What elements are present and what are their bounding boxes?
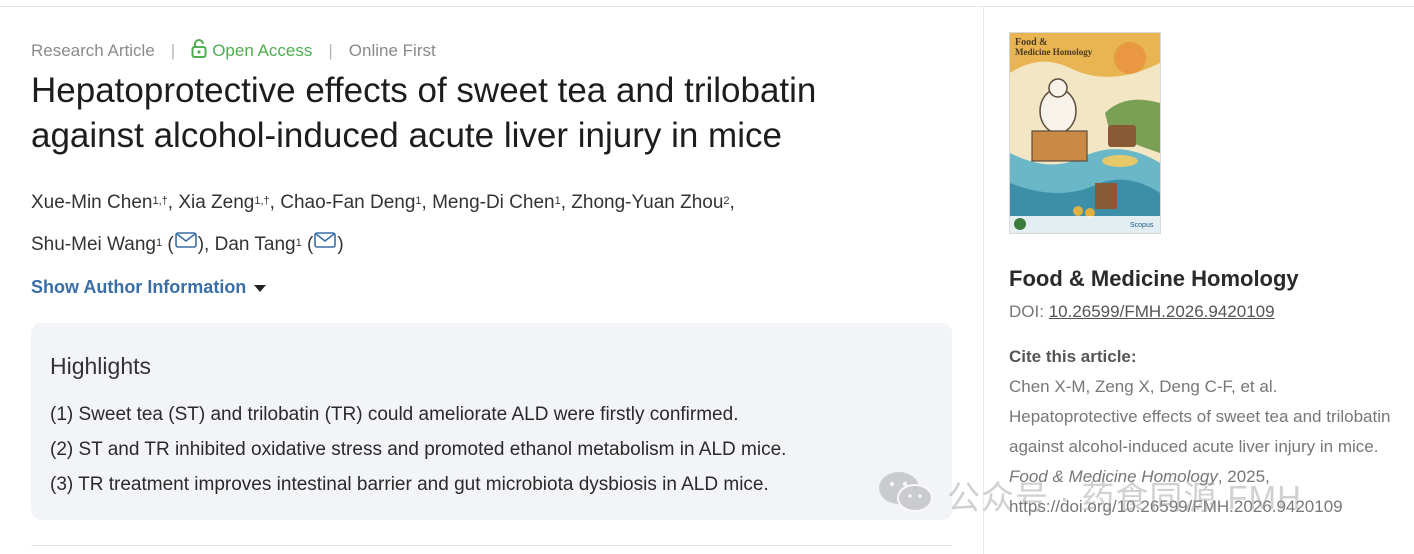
- email-icon[interactable]: [174, 222, 197, 264]
- doi-link[interactable]: 10.26599/FMH.2026.9420109: [1049, 302, 1275, 321]
- author-affiliation: 1: [415, 195, 422, 207]
- author-name[interactable]: Meng-Di Chen: [432, 192, 555, 213]
- section-divider: [31, 545, 952, 546]
- author-affiliation: 1: [295, 237, 302, 249]
- journal-cover[interactable]: Food & Medicine Homology Scopus: [1009, 32, 1161, 234]
- doi-line: DOI: 10.26599/FMH.2026.9420109: [1009, 302, 1275, 322]
- author-affiliation: 1,†: [152, 195, 168, 207]
- author-affiliation: 1: [155, 237, 163, 249]
- scopus-logo: Scopus: [1130, 222, 1154, 229]
- email-icon[interactable]: [314, 222, 337, 264]
- highlights-list: (1) Sweet tea (ST) and trilobatin (TR) c…: [50, 397, 786, 502]
- caret-down-icon: [254, 285, 267, 292]
- author-affiliation: 1,†: [254, 195, 270, 207]
- doi-label: DOI:: [1009, 302, 1044, 321]
- highlight-item: (2) ST and TR inhibited oxidative stress…: [50, 439, 787, 460]
- cover-title-line-2: Medicine Homology: [1015, 47, 1093, 57]
- top-border: [0, 0, 1414, 7]
- cover-illustration: Food & Medicine Homology Scopus: [1010, 33, 1160, 233]
- author-name[interactable]: Chao-Fan Deng: [280, 192, 415, 213]
- article-title: Hepatoprotective effects of sweet tea an…: [31, 68, 931, 158]
- cite-heading: Cite this article:: [1009, 347, 1137, 366]
- article-status: Online First: [348, 40, 436, 60]
- article-meta: Research Article | Open Access | Online …: [31, 38, 436, 63]
- open-access-label: Open Access: [212, 40, 313, 60]
- author-name[interactable]: Zhong-Yuan Zhou: [571, 192, 723, 213]
- journal-name: Food & Medicine Homology: [1009, 266, 1299, 291]
- highlights-heading: Highlights: [50, 353, 151, 379]
- title-line-2: against alcohol-induced acute liver inju…: [31, 116, 782, 155]
- author-affiliation: 1: [554, 195, 561, 207]
- highlight-item: (3) TR treatment improves intestinal bar…: [50, 474, 769, 495]
- title-line-1: Hepatoprotective effects of sweet tea an…: [31, 71, 817, 110]
- show-author-information-label: Show Author Information: [31, 277, 247, 297]
- open-access-badge: Open Access: [191, 38, 312, 63]
- article-type: Research Article: [31, 40, 155, 60]
- meta-separator: |: [328, 40, 333, 60]
- highlight-item: (1) Sweet tea (ST) and trilobatin (TR) c…: [50, 404, 739, 425]
- wechat-icon: [877, 470, 935, 519]
- author-name[interactable]: Xue-Min Chen: [31, 192, 152, 213]
- citation-authors-title: Chen X-M, Zeng X, Deng C-F, et al. Hepat…: [1009, 377, 1391, 456]
- meta-separator: |: [170, 40, 176, 60]
- author-name[interactable]: Dan Tang: [215, 234, 296, 255]
- watermark-text: 公众号 · 药食同源 FMH: [947, 478, 1302, 516]
- author-name[interactable]: Shu-Mei Wang: [31, 234, 156, 255]
- highlights-panel: Highlights (1) Sweet tea (ST) and trilob…: [31, 323, 952, 520]
- show-author-information-toggle[interactable]: Show Author Information: [31, 277, 267, 298]
- author-list: Xue-Min Chen1,†, Xia Zeng1,†, Chao-Fan D…: [31, 182, 931, 266]
- author-affiliation: 2: [723, 195, 730, 207]
- author-name[interactable]: Xia Zeng: [178, 192, 254, 213]
- wechat-watermark: 公众号 · 药食同源 FMH: [877, 470, 1302, 519]
- unlock-icon: [191, 38, 207, 63]
